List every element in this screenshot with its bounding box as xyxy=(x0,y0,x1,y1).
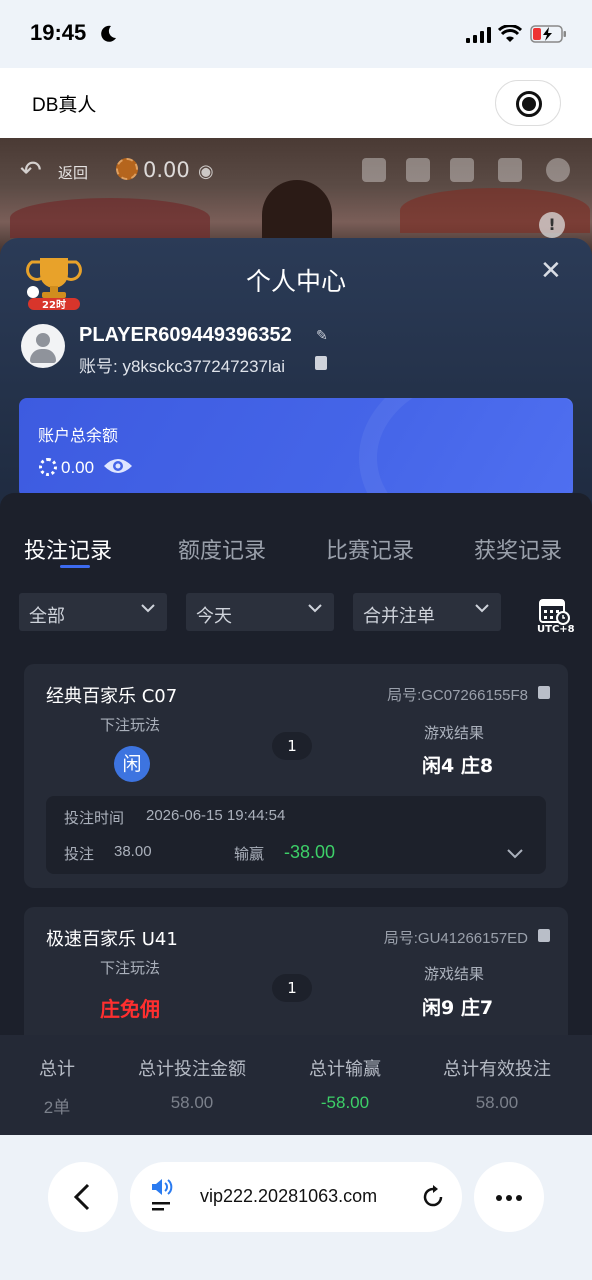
result-label: 游戏结果 xyxy=(424,724,485,742)
casino-table-image xyxy=(10,198,210,238)
bet-time: 2026-06-15 19:44:54 xyxy=(146,807,286,824)
speaker-icon[interactable] xyxy=(150,1178,178,1214)
stake-label: 投注 xyxy=(64,846,95,863)
chip-icon xyxy=(116,158,138,180)
round-id: 局号:GC07266155F8 xyxy=(387,687,528,704)
stats-icon[interactable] xyxy=(406,158,430,182)
bet-count: 1 xyxy=(272,732,312,760)
chip-icon xyxy=(39,458,57,476)
app-title: DB真人 xyxy=(32,95,97,116)
select-value: 合并注单 xyxy=(363,606,435,627)
chevron-down-icon xyxy=(141,604,155,613)
tab-prize-records[interactable]: 获奖记录 xyxy=(474,533,562,565)
chevron-left-icon xyxy=(73,1183,90,1211)
total-stake-label: 总计投注金额 xyxy=(138,1059,246,1080)
total-stake: 58.00 xyxy=(170,1093,214,1112)
total-valid-bet: 58.00 xyxy=(475,1093,519,1112)
document-icon[interactable] xyxy=(362,158,386,182)
bet-time-label: 投注时间 xyxy=(64,810,125,827)
alert-icon[interactable]: ! xyxy=(539,212,565,238)
browser-back-button[interactable] xyxy=(48,1162,118,1232)
panel-title: 个人中心 xyxy=(245,267,346,296)
game-name: 经典百家乐 C07 xyxy=(46,686,178,707)
select-value: 今天 xyxy=(196,606,232,627)
chevron-down-icon[interactable] xyxy=(506,844,524,862)
bet-record-card[interactable]: 经典百家乐 C07 局号:GC07266155F8 下注玩法 闲 1 游戏结果 … xyxy=(24,664,568,888)
status-bar: 19:45 xyxy=(0,0,592,68)
bet-count: 1 xyxy=(272,974,312,1002)
chevron-down-icon xyxy=(308,604,322,613)
win-loss-value: -38.00 xyxy=(284,842,336,862)
status-time: 19:45 xyxy=(30,20,87,45)
moon-icon xyxy=(101,25,116,42)
bet-type-badge: 闲 xyxy=(114,746,150,782)
record-button[interactable] xyxy=(495,80,561,126)
tab-credit-records[interactable]: 额度记录 xyxy=(178,533,266,565)
copy-icon[interactable] xyxy=(538,929,550,942)
bet-type-value: 庄免佣 xyxy=(100,997,160,1021)
back-label[interactable]: 返回 xyxy=(58,162,88,183)
game-result: 闲4 庄8 xyxy=(422,755,494,777)
app-header: DB真人 xyxy=(0,68,592,138)
player-name: PLAYER609449396352 xyxy=(79,324,292,346)
bet-type-label: 下注玩法 xyxy=(100,716,161,734)
eye-icon[interactable]: ◉ xyxy=(198,161,214,182)
balance-label: 账户总余额 xyxy=(38,426,119,445)
trophy-badge-text: 22时 xyxy=(42,298,66,311)
toolbar-balance: 0.00 xyxy=(143,158,190,182)
edit-icon[interactable]: ✎ xyxy=(316,328,328,344)
grid-icon[interactable] xyxy=(498,158,522,182)
game-name: 极速百家乐 U41 xyxy=(46,929,178,950)
active-tab-indicator xyxy=(60,565,90,568)
select-value: 全部 xyxy=(29,606,65,627)
game-type-select[interactable]: 全部 xyxy=(19,593,167,631)
game-result: 闲9 庄7 xyxy=(422,997,494,1019)
balance-card: 账户总余额 0.00 xyxy=(19,398,573,498)
battery-icon xyxy=(530,25,566,43)
copy-icon[interactable] xyxy=(315,356,327,370)
bet-merge-select[interactable]: 合并注单 xyxy=(353,593,501,631)
url-text: vip222.20281063.com xyxy=(200,1186,378,1206)
total-valid-bet-label: 总计有效投注 xyxy=(443,1059,551,1080)
signal-icon xyxy=(466,27,491,43)
total-count: 2单 xyxy=(43,1098,71,1117)
close-icon[interactable]: ✕ xyxy=(540,256,562,286)
result-label: 游戏结果 xyxy=(424,965,485,983)
account-id: 账号: y8ksckc377247237lai xyxy=(79,357,286,376)
tab-bet-records[interactable]: 投注记录 xyxy=(24,533,112,565)
chevron-down-icon xyxy=(475,604,489,613)
copy-icon[interactable] xyxy=(538,686,550,699)
total-count-label: 总计 xyxy=(39,1059,75,1080)
balance-value: 0.00 xyxy=(61,458,95,477)
tab-match-records[interactable]: 比赛记录 xyxy=(326,533,414,565)
win-loss-label: 输赢 xyxy=(234,846,265,863)
sound-icon[interactable] xyxy=(450,158,474,182)
reload-icon[interactable] xyxy=(420,1184,446,1210)
date-range-select[interactable]: 今天 xyxy=(186,593,334,631)
game-toolbar: ↶ 返回 0.00 ◉ xyxy=(0,150,592,190)
bet-record-card[interactable]: 极速百家乐 U41 局号:GU41266157ED 下注玩法 庄免佣 1 游戏结… xyxy=(24,907,568,1047)
avatar xyxy=(21,324,65,368)
eye-icon[interactable] xyxy=(103,456,133,476)
stake-value: 38.00 xyxy=(114,843,152,860)
bet-detail: 投注时间 2026-06-15 19:44:54 投注 38.00 输赢 -38… xyxy=(46,796,546,874)
timezone-label: UTC+8 xyxy=(537,624,575,635)
round-id: 局号:GU41266157ED xyxy=(383,930,528,947)
browser-toolbar: vip222.20281063.com xyxy=(0,1135,592,1280)
wifi-icon xyxy=(498,25,522,42)
calendar-icon[interactable] xyxy=(538,597,570,625)
total-win-loss: -58.00 xyxy=(320,1093,370,1112)
back-arrow-icon[interactable]: ↶ xyxy=(20,156,42,186)
records-sheet: 投注记录 额度记录 比赛记录 获奖记录 全部 今天 合并注单 UTC+8 经典百… xyxy=(0,493,592,1047)
total-win-loss-label: 总计输赢 xyxy=(309,1059,381,1080)
fullscreen-icon[interactable] xyxy=(546,158,570,182)
bet-type-label: 下注玩法 xyxy=(100,959,161,977)
record-dot-icon xyxy=(522,97,536,111)
address-bar[interactable]: vip222.20281063.com xyxy=(130,1162,462,1232)
totals-footer: 总计 总计投注金额 总计输赢 总计有效投注 2单 58.00 -58.00 58… xyxy=(0,1035,592,1135)
more-options-button[interactable] xyxy=(474,1162,544,1232)
